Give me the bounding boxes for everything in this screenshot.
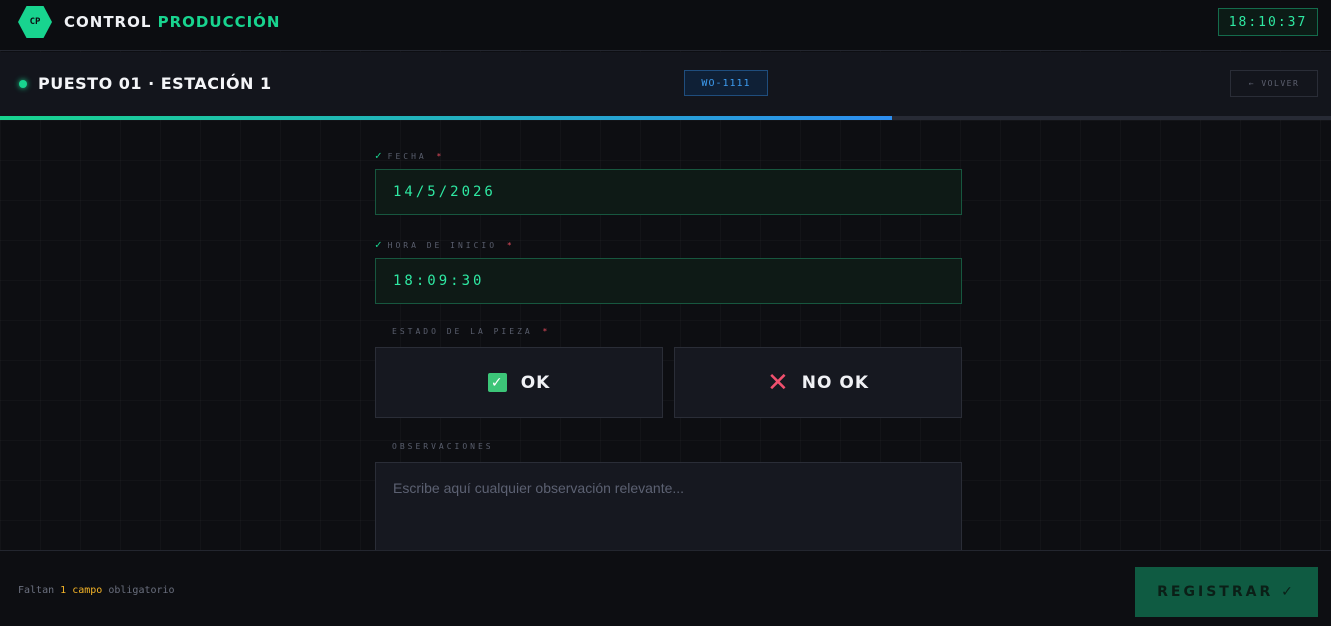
hora-label-text: HORA DE INICIO bbox=[387, 241, 498, 250]
footer-bar: Faltan 1 campo obligatorio REGISTRAR ✓ bbox=[0, 550, 1331, 626]
back-button[interactable]: ← VOLVER bbox=[1230, 70, 1318, 97]
missing-fields-status: Faltan 1 campo obligatorio bbox=[18, 585, 175, 596]
fecha-label: ✓ FECHA * bbox=[375, 149, 444, 162]
ok-button[interactable]: ✓ OK bbox=[375, 347, 663, 418]
missing-suffix: obligatorio bbox=[108, 585, 175, 596]
hora-label: ✓ HORA DE INICIO * bbox=[375, 238, 515, 251]
hora-check-icon: ✓ bbox=[375, 238, 382, 251]
fecha-check-icon: ✓ bbox=[375, 149, 382, 162]
station-bar: PUESTO 01 · ESTACIÓN 1 WO-1111 ← VOLVER bbox=[0, 52, 1331, 116]
status-dot-icon bbox=[19, 80, 27, 88]
register-button[interactable]: REGISTRAR ✓ bbox=[1135, 567, 1318, 617]
hora-required-mark: * bbox=[506, 241, 515, 250]
missing-count: 1 campo bbox=[60, 585, 103, 596]
ok-label: OK bbox=[520, 372, 551, 393]
brand-title: CONTROL PRODUCCIÓN bbox=[64, 13, 280, 31]
fecha-required-mark: * bbox=[436, 152, 445, 161]
hora-input[interactable]: 18:09:30 bbox=[375, 258, 962, 304]
ok-check-icon: ✓ bbox=[487, 373, 507, 392]
clock-display: 18:10:37 bbox=[1218, 8, 1318, 36]
logo-icon: CP bbox=[18, 6, 52, 38]
station-title: PUESTO 01 · ESTACIÓN 1 bbox=[38, 74, 272, 93]
no-ok-button[interactable]: ✕ NO OK bbox=[674, 347, 962, 418]
brand-part-2: PRODUCCIÓN bbox=[157, 13, 281, 31]
estado-label-text: ESTADO DE LA PIEZA bbox=[392, 327, 533, 336]
estado-label: ESTADO DE LA PIEZA * bbox=[375, 327, 550, 336]
no-ok-label: NO OK bbox=[801, 372, 870, 393]
observaciones-textarea[interactable]: Escribe aquí cualquier observación relev… bbox=[375, 462, 962, 552]
cross-icon: ✕ bbox=[766, 367, 790, 398]
observaciones-label: OBSERVACIONES bbox=[375, 442, 494, 451]
brand-part-1: CONTROL bbox=[64, 13, 152, 31]
estado-required-mark: * bbox=[542, 327, 551, 336]
progress-fill bbox=[0, 116, 892, 120]
work-order-badge: WO-1111 bbox=[684, 70, 768, 96]
fecha-label-text: FECHA bbox=[387, 152, 427, 161]
missing-prefix: Faltan bbox=[18, 585, 55, 596]
top-bar: CP CONTROL PRODUCCIÓN 18:10:37 bbox=[0, 0, 1331, 51]
fecha-input[interactable]: 14/5/2026 bbox=[375, 169, 962, 215]
observaciones-label-text: OBSERVACIONES bbox=[392, 442, 494, 451]
progress-bar bbox=[0, 116, 1331, 120]
